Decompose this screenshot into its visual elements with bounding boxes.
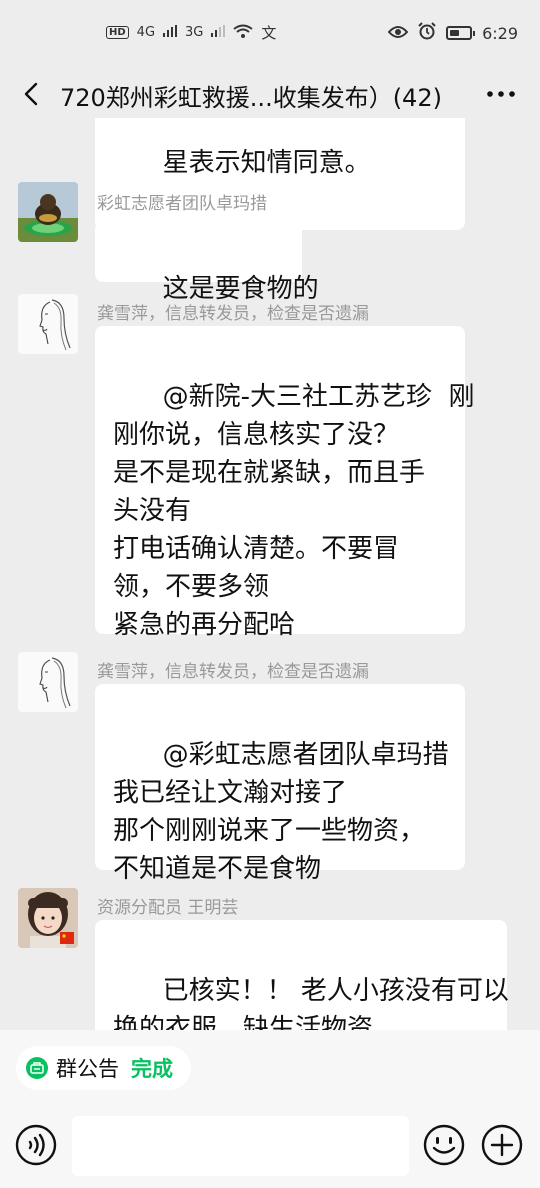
chat-title: 720郑州彩虹救援...收集发布）(42) (60, 84, 442, 112)
input-area: 群公告 完成 (0, 1030, 540, 1188)
message-bubble[interactable]: 已核实！！ 老人小孩没有可以 换的衣服，缺生活物资 (95, 920, 509, 1030)
status-indicators: HD 4G 3G 文 (106, 22, 276, 43)
sender-name: 资源分配员 王明芸 (97, 898, 239, 918)
back-icon[interactable] (18, 80, 46, 108)
signal-bars-icon (163, 24, 178, 41)
message-bubble[interactable]: @新院-大三社工苏艺珍 刚 刚你说，信息核实了没？ 是不是现在就紧缺，而且手 头… (95, 326, 475, 640)
group-notice-status: 完成 (131, 1057, 173, 1081)
alarm-icon (418, 22, 436, 44)
message-text: 星表示知情同意。 (162, 148, 371, 178)
message-text: @彩虹志愿者团队卓玛措 我已经让文瀚对接了 那个刚刚说来了一些物资， 不知道是不… (113, 740, 449, 884)
signal-3g-indicator: 3G (185, 25, 204, 40)
sender-name: 龚雪萍，信息转发员，检查是否遗漏 (97, 304, 369, 324)
group-notice-label: 群公告 (56, 1057, 119, 1081)
message-text: @新院-大三社工苏艺珍 刚 刚你说，信息核实了没？ 是不是现在就紧缺，而且手 头… (113, 382, 475, 640)
message-bubble[interactable]: 这是要食物的 (95, 222, 319, 304)
chat-header: 720郑州彩虹救援...收集发布）(42) (0, 70, 540, 118)
signal-4g-indicator: 4G (136, 25, 156, 40)
clock-time: 6:29 (482, 23, 518, 43)
sender-name: 龚雪萍，信息转发员，检查是否遗漏 (97, 662, 369, 682)
message-list[interactable]: 星表示知情同意。 彩虹志愿者团队卓玛措 这是要食物的 龚雪萍，信息转发员，检查是… (0, 118, 540, 1030)
avatar[interactable] (18, 652, 78, 712)
message-input[interactable] (72, 1116, 409, 1176)
plus-icon[interactable] (480, 1123, 524, 1167)
notice-icon (26, 1057, 48, 1079)
status-right: 6:29 (387, 22, 518, 44)
message-text: 已核实！！ 老人小孩没有可以 换的衣服，缺生活物资 (113, 976, 509, 1030)
hd-indicator: HD (106, 26, 129, 39)
battery-icon (446, 26, 476, 40)
avatar[interactable] (18, 294, 78, 354)
voice-icon[interactable] (14, 1123, 58, 1167)
emoji-icon[interactable] (422, 1123, 466, 1167)
more-icon[interactable] (486, 80, 516, 108)
eye-icon (387, 24, 409, 43)
status-bar: HD 4G 3G 文 6:29 (0, 0, 540, 70)
translate-icon: 文 (261, 24, 277, 42)
group-notice-chip[interactable]: 群公告 完成 (16, 1046, 191, 1090)
signal-bars-icon (211, 24, 226, 41)
avatar[interactable] (18, 182, 78, 242)
message-bubble[interactable]: @彩虹志愿者团队卓玛措 我已经让文瀚对接了 那个刚刚说来了一些物资， 不知道是不… (95, 684, 465, 884)
wifi-icon (233, 24, 254, 42)
avatar[interactable] (18, 888, 78, 948)
sender-name: 彩虹志愿者团队卓玛措 (97, 194, 267, 214)
